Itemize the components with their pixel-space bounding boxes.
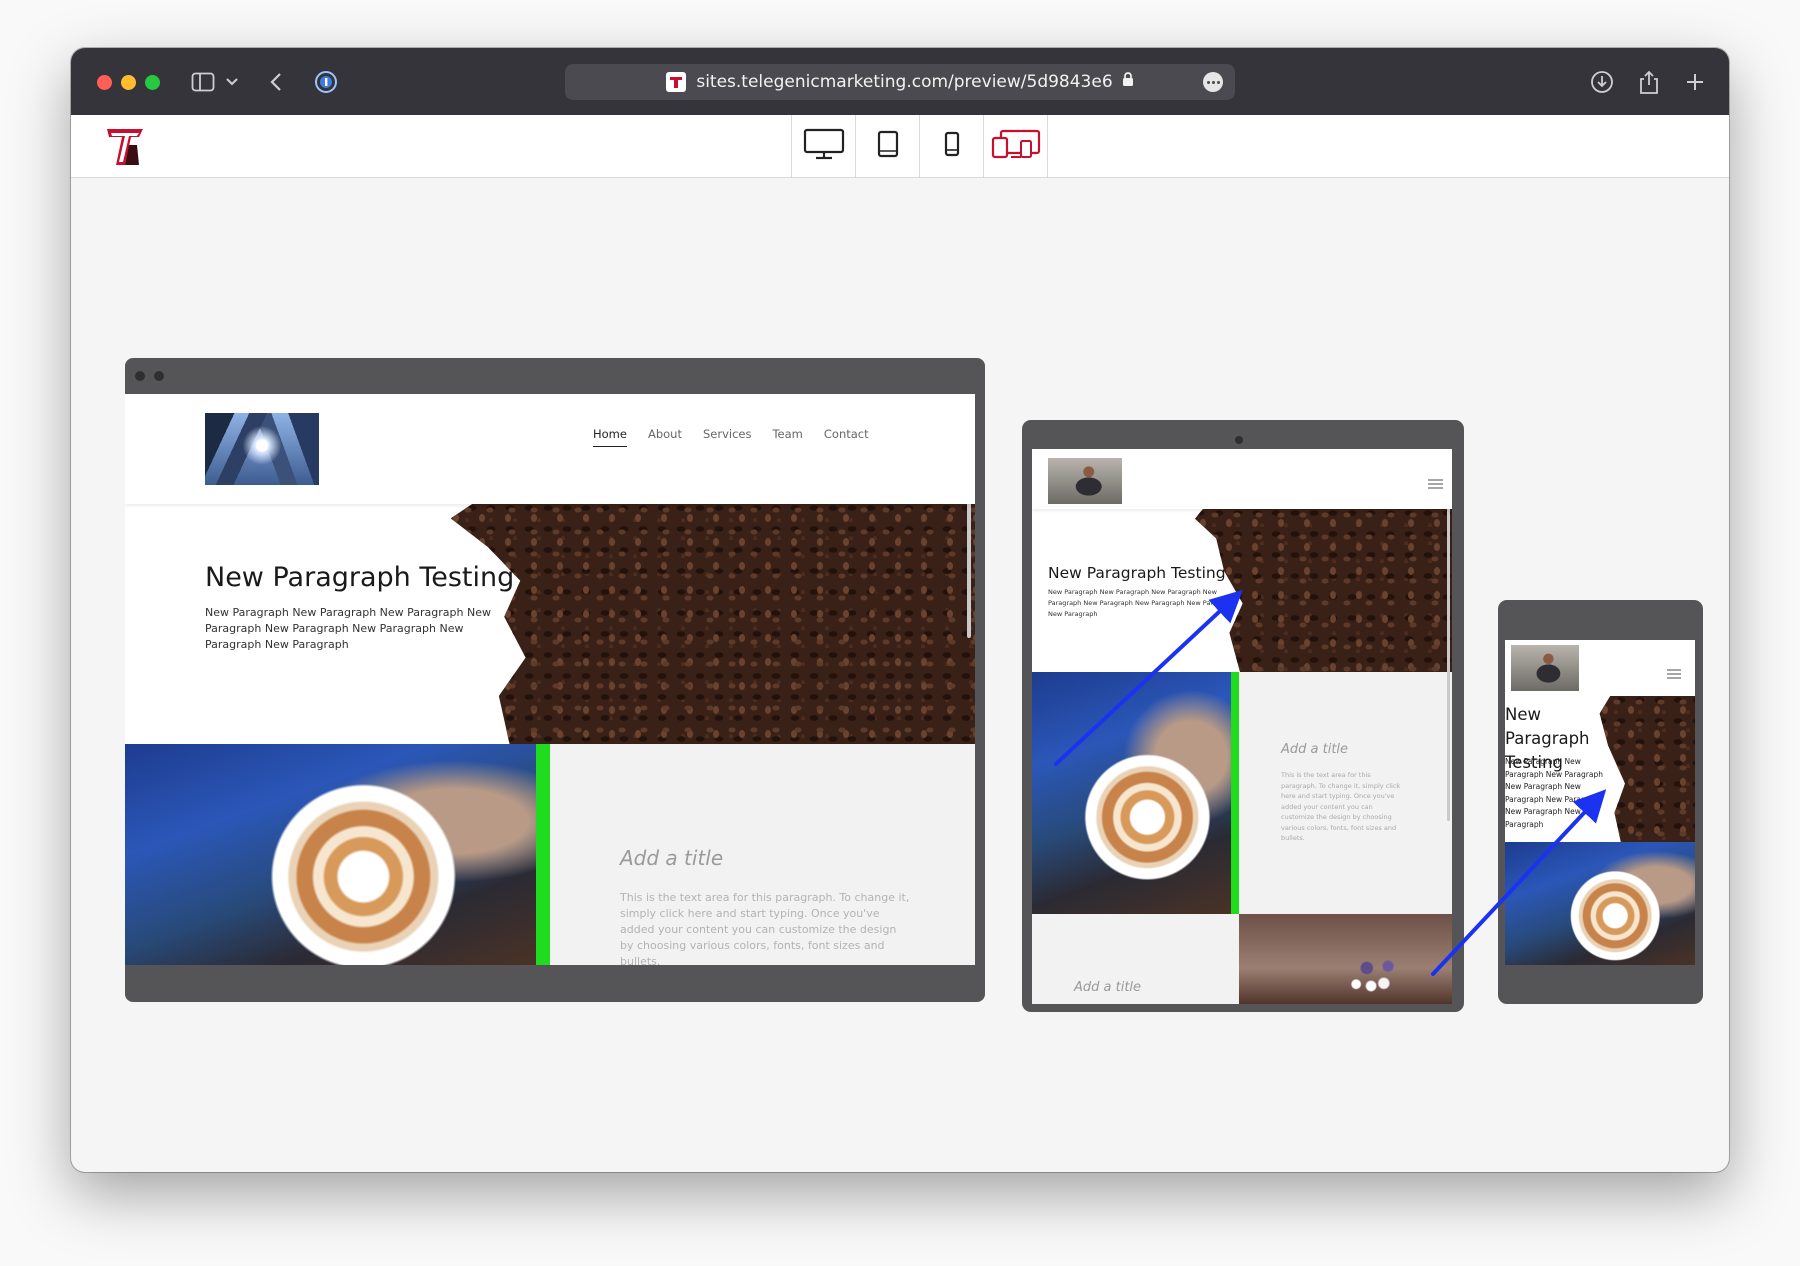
mobile-annotation-arrow [1431, 789, 1607, 976]
browser-window: sites.telegenicmarketing.com/preview/5d9… [71, 48, 1729, 1172]
tablet-annotation-arrow [1054, 589, 1243, 766]
annotation-arrows [1054, 589, 1607, 976]
